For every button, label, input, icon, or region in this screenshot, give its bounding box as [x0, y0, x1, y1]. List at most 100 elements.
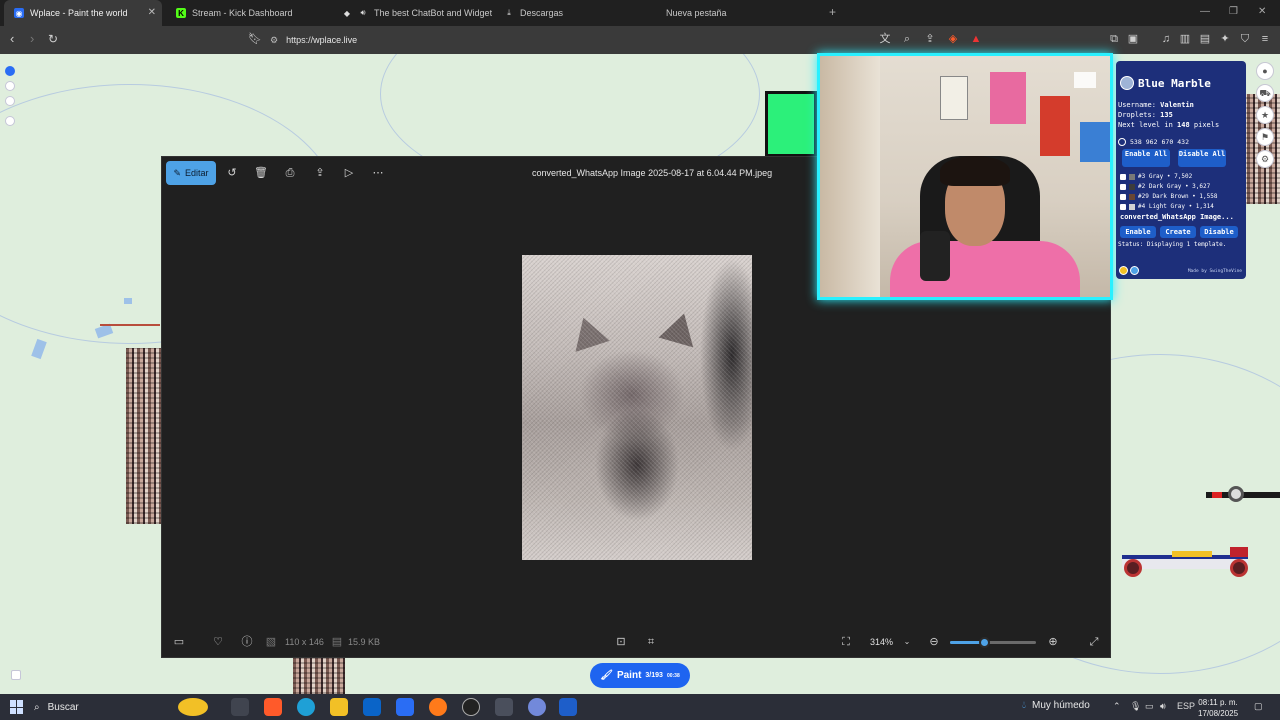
disable-button[interactable]: Disable — [1200, 226, 1238, 238]
menu-icon[interactable]: ≡ — [1259, 33, 1271, 45]
profile-icon[interactable]: ● — [1256, 62, 1274, 80]
cat-photo[interactable] — [522, 255, 752, 560]
extensions-icon[interactable]: ⧉ — [1108, 33, 1120, 45]
zoom-slider-knob[interactable] — [979, 637, 991, 648]
photos-app-icon[interactable] — [559, 698, 577, 716]
map-user-icon[interactable] — [5, 66, 15, 76]
close-tab-icon[interactable]: ✕ — [148, 7, 156, 18]
media-app-icon[interactable] — [495, 698, 513, 716]
edit-button[interactable]: ✎ Editar — [166, 161, 216, 185]
task-view-icon[interactable] — [231, 698, 249, 716]
slideshow-icon[interactable]: ▷ — [342, 166, 356, 180]
store-icon[interactable]: ⛟ — [1256, 84, 1274, 102]
vpn-icon[interactable]: ⛉ — [1239, 33, 1251, 45]
delete-icon[interactable]: 🗑︎ — [254, 166, 268, 180]
coord-pxx[interactable]: 670 — [1162, 138, 1174, 146]
zoom-level[interactable]: 314% — [870, 637, 893, 647]
restore-icon[interactable]: ❐ — [1229, 6, 1238, 17]
more-options-icon[interactable]: ⋯ — [371, 166, 385, 180]
zoom-in-icon[interactable]: ⊕ — [1046, 635, 1060, 649]
mic-icon[interactable]: 🎙︎ — [1130, 701, 1141, 712]
settings-panel-icon[interactable] — [1130, 266, 1139, 275]
edge-app-icon[interactable] — [297, 698, 315, 716]
zoom-out-icon[interactable]: ⊖ — [927, 635, 941, 649]
map-locate-icon[interactable] — [5, 116, 15, 126]
outlook-app-icon[interactable] — [363, 698, 381, 716]
obs-app-icon[interactable] — [462, 698, 480, 716]
tab-new[interactable]: Nueva pestaña — [656, 0, 816, 26]
rotate-icon[interactable]: ↺ — [225, 166, 239, 180]
close-window-icon[interactable]: ✕ — [1258, 6, 1266, 17]
share-icon[interactable]: ⇪ — [313, 166, 327, 180]
audio-playing-icon[interactable]: 🔊︎ — [358, 8, 368, 18]
enable-button[interactable]: Enable — [1120, 226, 1156, 238]
zoom-icon[interactable]: ⌕ — [901, 33, 913, 45]
reload-icon[interactable]: ↻ — [48, 32, 58, 46]
minimize-panel-icon[interactable] — [1119, 266, 1128, 275]
fit-select-icon[interactable]: ⊡ — [614, 635, 628, 649]
filmstrip-icon[interactable]: ▭ — [172, 635, 186, 649]
language-indicator[interactable]: ESP — [1177, 701, 1195, 711]
wallet-icon[interactable]: ▤ — [1199, 33, 1211, 45]
leaderboard-icon[interactable]: ★ — [1256, 106, 1274, 124]
taskbar-search[interactable]: ⌕ Buscar — [34, 694, 79, 720]
file-explorer-icon[interactable] — [330, 698, 348, 716]
info-icon[interactable]: ⓘ — [240, 635, 254, 649]
coord-tlx[interactable]: 538 — [1130, 138, 1142, 146]
minimize-icon[interactable]: — — [1200, 6, 1210, 17]
coord-pxy[interactable]: 432 — [1177, 138, 1189, 146]
tray-chevron-icon[interactable]: ⌃ — [1113, 701, 1121, 712]
map-info-icon[interactable] — [11, 670, 21, 680]
text-scan-icon[interactable]: ⌗ — [644, 635, 658, 649]
weather-widget[interactable]: 💧︎ Muy húmedo — [1022, 700, 1090, 711]
settings-icon[interactable]: ⚙ — [1256, 150, 1274, 168]
firefox-app-icon[interactable] — [429, 698, 447, 716]
screenshot-icon[interactable]: ▣ — [1127, 33, 1139, 45]
pin-icon[interactable] — [1118, 138, 1126, 146]
alliance-icon[interactable]: ⚑ — [1256, 128, 1274, 146]
volume-icon[interactable]: 🔊︎ — [1160, 701, 1166, 712]
copilot-highlight-icon[interactable] — [178, 698, 208, 716]
sidebar-icon[interactable]: ▥ — [1179, 33, 1191, 45]
coord-tly[interactable]: 962 — [1146, 138, 1158, 146]
disable-all-button[interactable]: Disable All — [1178, 149, 1226, 167]
color-row[interactable]: #29 Dark Brown • 1,558 — [1120, 192, 1217, 201]
paint-button[interactable]: 🖌︎ Paint 3/193 00:38 — [590, 663, 690, 688]
share-icon[interactable]: ⇪ — [924, 33, 936, 45]
map-zoom-out-icon[interactable] — [5, 96, 15, 106]
fit-window-icon[interactable]: ⛶ — [839, 635, 853, 649]
translate-icon[interactable]: ⽂ — [879, 33, 891, 45]
back-icon[interactable]: ‹ — [10, 32, 14, 46]
map-zoom-in-icon[interactable] — [5, 81, 15, 91]
color-row[interactable]: #4 Light Gray • 1,314 — [1120, 202, 1214, 211]
brave-rewards-icon[interactable]: ▲ — [970, 33, 982, 45]
notifications-icon[interactable]: ▢ — [1254, 701, 1263, 712]
tab-wplace[interactable]: ◉ Wplace - Paint the world ✕ — [4, 0, 162, 26]
create-button[interactable]: Create — [1160, 226, 1196, 238]
tab-kick[interactable]: K Stream - Kick Dashboard — [166, 0, 330, 26]
color-row[interactable]: #3 Gray • 7,502 — [1120, 172, 1192, 181]
color-row[interactable]: #2 Dark Gray • 3,627 — [1120, 182, 1210, 191]
media-icon[interactable]: ♫ — [1160, 33, 1172, 45]
brave-app-icon[interactable] — [264, 698, 282, 716]
new-tab-icon[interactable]: + — [829, 5, 836, 19]
print-icon[interactable]: ⎙ — [283, 166, 297, 180]
network-icon[interactable]: ▭ — [1145, 701, 1154, 712]
windows-start-icon[interactable] — [10, 700, 24, 714]
store-app-icon[interactable] — [396, 698, 414, 716]
zoom-slider[interactable] — [950, 637, 1036, 648]
site-settings-icon[interactable]: ⚙︎ — [270, 35, 278, 46]
forward-icon[interactable]: › — [30, 32, 34, 46]
tab-chatbot[interactable]: ◆ 🔊︎ The best ChatBot and Widgets fo — [332, 0, 492, 26]
zoom-dropdown-icon[interactable]: ⌄ — [900, 635, 914, 649]
brave-shield-icon[interactable]: ◈ — [947, 33, 959, 45]
enable-all-button[interactable]: Enable All — [1122, 149, 1170, 167]
clock[interactable]: 08:11 p. m. 17/08/2025 — [1198, 697, 1238, 719]
tab-downloads[interactable]: ⤓ Descargas — [494, 0, 654, 26]
leo-ai-icon[interactable]: ✦ — [1219, 33, 1231, 45]
favorite-icon[interactable]: ♡ — [211, 635, 225, 649]
discord-app-icon[interactable] — [528, 698, 546, 716]
url-text[interactable]: https://wplace.live — [286, 35, 357, 45]
fullscreen-icon[interactable]: ⤢ — [1087, 635, 1101, 649]
bookmark-icon[interactable]: 🔖︎ — [248, 33, 262, 45]
